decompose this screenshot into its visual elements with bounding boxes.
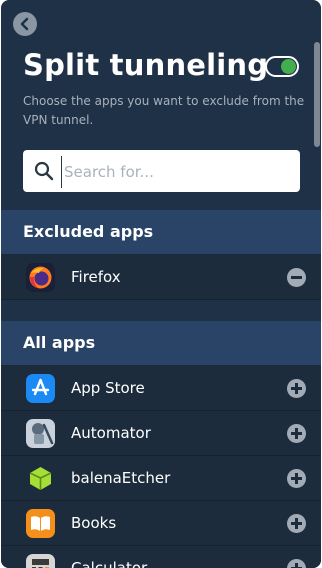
scrollbar[interactable] (314, 42, 320, 147)
firefox-icon (26, 263, 55, 292)
app-name: Books (71, 514, 117, 532)
back-button[interactable] (13, 12, 37, 36)
add-app-button[interactable] (287, 379, 306, 398)
section-title: All apps (23, 333, 96, 352)
add-app-button[interactable] (287, 424, 306, 443)
add-app-button[interactable] (287, 514, 306, 533)
all-apps-header: All apps (1, 321, 321, 366)
balena-etcher-icon (26, 464, 55, 493)
page-title: Split tunneling (23, 48, 269, 82)
chevron-left-icon (20, 17, 29, 31)
section-gap (1, 300, 321, 321)
app-row-automator[interactable]: Automator (1, 411, 321, 456)
search-box (23, 150, 300, 192)
app-name: Firefox (71, 268, 121, 286)
app-row-balena-etcher[interactable]: balenaEtcher (1, 456, 321, 501)
search-icon (34, 161, 54, 181)
app-name: App Store (71, 379, 145, 397)
app-name: Calculator (71, 559, 148, 568)
add-app-button[interactable] (287, 559, 306, 568)
split-tunneling-window: Split tunneling Choose the apps you want… (1, 0, 321, 568)
calculator-icon (26, 554, 55, 568)
search-input[interactable] (61, 156, 296, 188)
books-icon (26, 509, 55, 538)
section-title: Excluded apps (23, 222, 154, 241)
split-tunneling-toggle[interactable] (265, 56, 299, 77)
app-store-icon (26, 374, 55, 403)
page-description: Choose the apps you want to exclude from… (23, 94, 305, 127)
app-row-app-store[interactable]: App Store (1, 366, 321, 411)
app-name: balenaEtcher (71, 469, 171, 487)
excluded-app-row-firefox[interactable]: Firefox (1, 255, 321, 300)
app-row-calculator[interactable]: Calculator (1, 546, 321, 568)
app-name: Automator (71, 424, 151, 442)
app-row-books[interactable]: Books (1, 501, 321, 546)
remove-app-button[interactable] (287, 268, 306, 287)
excluded-apps-header: Excluded apps (1, 210, 321, 255)
toggle-knob (281, 59, 296, 74)
automator-icon (26, 419, 55, 448)
add-app-button[interactable] (287, 469, 306, 488)
